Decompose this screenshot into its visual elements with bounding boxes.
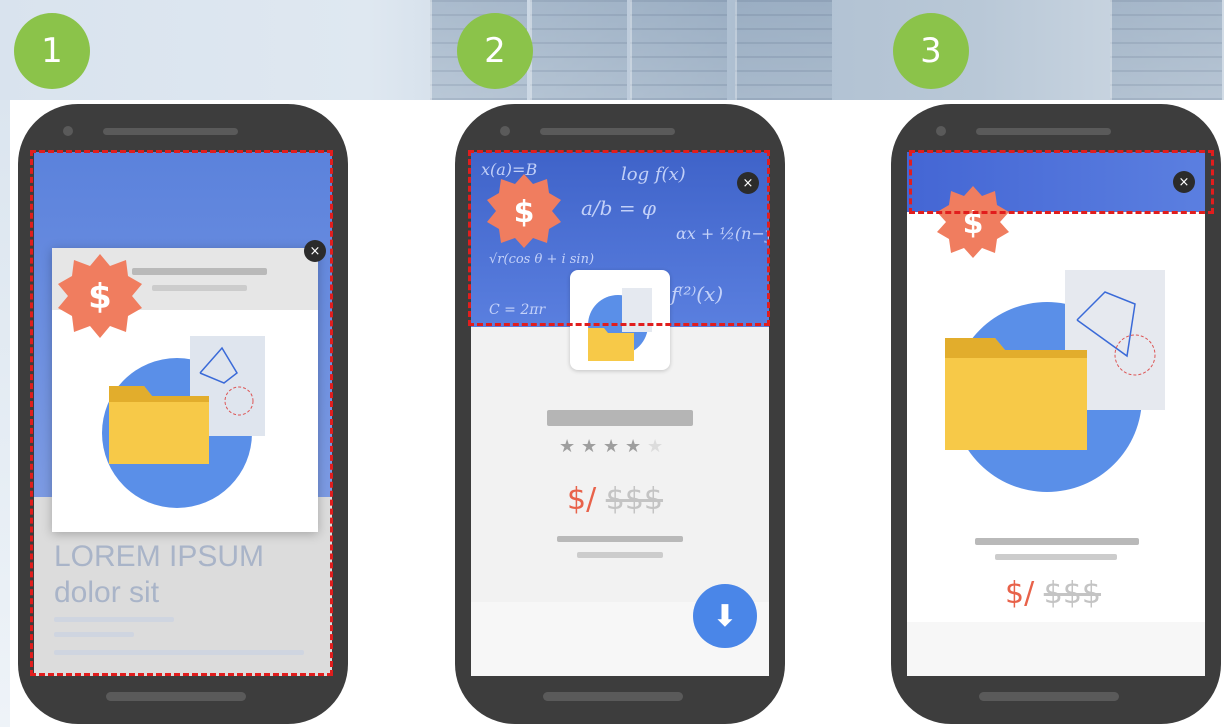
- dashed-outline-slim-banner: [909, 150, 1214, 214]
- rack-image: [735, 0, 832, 100]
- price-now: $/: [1005, 576, 1035, 611]
- star-icon: ★: [559, 436, 576, 457]
- price-was: $$$: [1043, 576, 1102, 611]
- rack-image: [530, 0, 627, 100]
- desc-placeholder: [975, 538, 1139, 545]
- phone-3-screen: $ × $/ $$$: [907, 152, 1205, 676]
- step-badge-2: 2: [457, 13, 533, 89]
- speaker: [976, 128, 1111, 135]
- dashed-outline-header: [468, 150, 770, 326]
- camera: [500, 126, 510, 136]
- camera: [936, 126, 946, 136]
- home-button: [106, 692, 246, 701]
- price-label: $/ $$$: [567, 482, 663, 517]
- desc-placeholder: [557, 536, 683, 542]
- rack-image: [1110, 0, 1222, 100]
- camera: [63, 126, 73, 136]
- star-icon: ★: [581, 436, 598, 457]
- star-icon: ★: [647, 436, 664, 457]
- desc-placeholder: [995, 554, 1117, 560]
- home-button: [979, 692, 1119, 701]
- star-icon: ★: [603, 436, 620, 457]
- speaker: [103, 128, 238, 135]
- download-icon[interactable]: ⬇: [693, 584, 757, 648]
- server-rack-banner: [0, 0, 1224, 100]
- dashed-outline-full-screen: [30, 150, 333, 676]
- step-badge-3: 3: [893, 13, 969, 89]
- price-was: $$$: [605, 482, 664, 517]
- speaker: [540, 128, 675, 135]
- rack-image: [630, 0, 727, 100]
- content-illustration: [945, 270, 1165, 492]
- star-icon: ★: [625, 436, 642, 457]
- step-badge-1: 1: [14, 13, 90, 89]
- home-button: [543, 692, 683, 701]
- bottom-area: [907, 622, 1205, 676]
- left-edge-strip: [0, 100, 10, 727]
- app-title-placeholder: [547, 410, 693, 426]
- price-now: $/: [567, 482, 597, 517]
- desc-placeholder: [577, 552, 663, 558]
- price-label: $/ $$$: [1005, 576, 1101, 611]
